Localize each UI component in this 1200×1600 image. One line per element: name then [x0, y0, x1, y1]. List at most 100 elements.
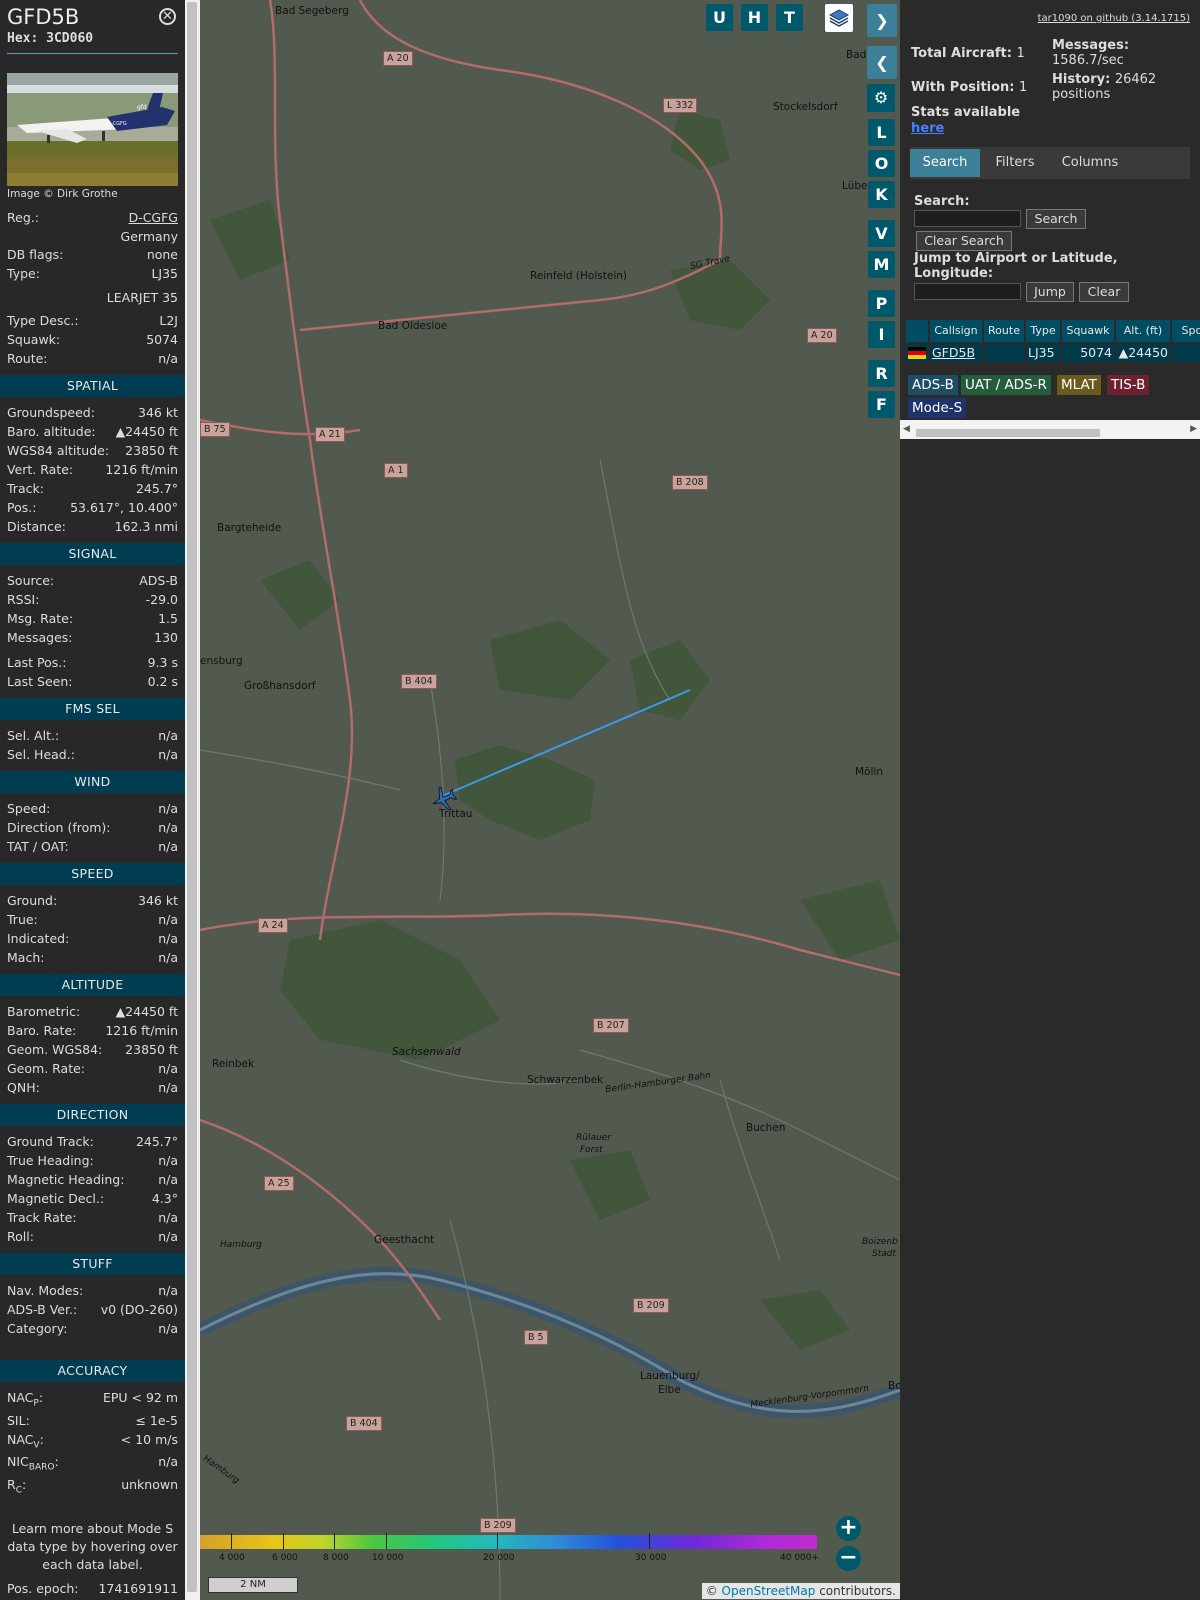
openstreetmap-link[interactable]: OpenStreetMap: [722, 1584, 816, 1598]
epoch-row: Pos. epoch: 1741691911: [7, 1580, 178, 1598]
map-button-f[interactable]: F: [868, 391, 895, 418]
row-label: Msg. Rate:: [7, 611, 74, 626]
map-button-o[interactable]: O: [868, 150, 895, 177]
row-value: n/a: [158, 912, 178, 927]
table-cell-type: LJ35: [1026, 344, 1060, 362]
history-suffix: positions: [1052, 87, 1111, 102]
table-header-speed[interactable]: Spd: [1172, 320, 1200, 342]
road-sign: B 5: [524, 1330, 548, 1345]
map-place-label: Reinfeld (Holstein): [530, 270, 627, 282]
close-info-button[interactable]: ✕: [159, 8, 176, 25]
tab-columns[interactable]: Columns: [1050, 149, 1130, 177]
map-button-k[interactable]: K: [868, 181, 895, 208]
stats-here-link[interactable]: here: [911, 121, 944, 137]
map-place-label: Sachsenwald: [392, 1046, 461, 1058]
row-label: Geom. Rate:: [7, 1061, 86, 1076]
map-button-h[interactable]: H: [741, 4, 768, 31]
row-label: SIL:: [7, 1413, 30, 1428]
row-value: n/a: [158, 1229, 178, 1244]
direction-row: Magnetic Heading: n/a: [7, 1171, 178, 1189]
scrollbar-thumb[interactable]: [916, 429, 1100, 437]
map-attribution: © OpenStreetMap contributors.: [701, 1583, 900, 1599]
row-value: unknown: [121, 1477, 178, 1492]
scroll-right-icon[interactable]: ▶: [1190, 424, 1197, 434]
row-value: 1216 ft/min: [105, 462, 178, 477]
row-label: Groundspeed:: [7, 405, 95, 420]
row-value: ▲24450 ft: [115, 424, 178, 439]
map-button-i[interactable]: I: [868, 321, 895, 348]
zoom-in-button[interactable]: +: [836, 1516, 861, 1541]
github-link[interactable]: tar1090 on github (3.14.1715): [1038, 13, 1190, 24]
stat-value: 1: [1016, 46, 1025, 61]
row-label: RSSI:: [7, 592, 40, 607]
table-cell-callsign[interactable]: GFD5B: [930, 344, 982, 362]
jump-input[interactable]: [914, 283, 1021, 300]
row-label: RC:: [7, 1477, 27, 1496]
table-header-altitude[interactable]: Alt. (ft): [1116, 320, 1170, 342]
aircraft-photo[interactable]: gfd D-CGFG: [7, 73, 178, 186]
row-value: ▲24450 ft: [115, 1004, 178, 1019]
search-input[interactable]: [914, 210, 1021, 227]
expand-right-button[interactable]: ❯: [867, 4, 897, 37]
map-button-p[interactable]: P: [868, 290, 895, 317]
map-button-u[interactable]: U: [706, 4, 733, 31]
altitude-row: Barometric: ▲24450 ft: [7, 1003, 178, 1021]
table-header-type[interactable]: Type: [1026, 320, 1060, 342]
altitude-row: Geom. Rate: n/a: [7, 1060, 178, 1078]
info-panel-scrollbar[interactable]: [185, 0, 200, 1600]
settings-button[interactable]: ⚙: [867, 84, 895, 112]
tab-search[interactable]: Search: [910, 149, 980, 177]
row-label: True Heading:: [7, 1153, 94, 1168]
legend-tick: [649, 1533, 650, 1549]
search-button[interactable]: Search: [1026, 209, 1086, 229]
badge-tisb: TIS-B: [1107, 375, 1150, 395]
clear-search-button[interactable]: Clear Search: [916, 231, 1012, 251]
wind-row: Speed: n/a: [7, 800, 178, 818]
table-cell-speed: [1172, 344, 1200, 362]
map-button-t[interactable]: T: [776, 4, 803, 31]
table-horizontal-scrollbar[interactable]: ◀ ▶: [900, 424, 1200, 439]
total-aircraft-stat: Total Aircraft: 1: [911, 46, 1025, 62]
clear-button[interactable]: Clear: [1079, 282, 1129, 302]
row-label: Sel. Alt.:: [7, 728, 60, 743]
map-button-m[interactable]: M: [868, 251, 895, 278]
section-speed: SPEED: [0, 863, 185, 885]
zoom-out-button[interactable]: −: [836, 1546, 861, 1571]
map-place-label: Großhansdorf: [244, 680, 316, 692]
detail-label: DB flags:: [7, 247, 64, 262]
tab-filters[interactable]: Filters: [982, 149, 1048, 177]
aircraft-hex: Hex: 3CD060: [7, 31, 94, 46]
messages-stat-value: 1586.7/sec: [1052, 53, 1124, 68]
accuracy-row-nacp: NACP: EPU < 92 m: [7, 1389, 178, 1409]
map-place-label: Buchen: [746, 1122, 786, 1134]
table-header-squawk[interactable]: Squawk: [1062, 320, 1114, 342]
badge-adsb: ADS-B: [908, 375, 958, 395]
row-value: n/a: [158, 1061, 178, 1076]
speed-row: Mach: n/a: [7, 949, 178, 967]
row-value: 0.2 s: [147, 674, 178, 689]
altitude-row: Geom. WGS84: 23850 ft: [7, 1041, 178, 1059]
legend-tick-label: 6 000: [272, 1553, 298, 1563]
table-header-route[interactable]: Route: [984, 320, 1024, 342]
road-sign: B 404: [346, 1416, 382, 1431]
map-button-l[interactable]: L: [868, 119, 895, 146]
aircraft-list-panel: tar1090 on github (3.14.1715) Total Airc…: [900, 0, 1200, 1600]
map-button-v[interactable]: V: [868, 220, 895, 247]
scrollbar-thumb[interactable]: [187, 2, 197, 1592]
map-view[interactable]: Bad Segeberg Stockelsdorf Lübe Bad Reinf…: [200, 0, 900, 1600]
section-fms-sel: FMS SEL: [0, 698, 185, 720]
collapse-left-button[interactable]: ❮: [867, 46, 897, 79]
registration-link[interactable]: D-CGFG: [129, 209, 178, 227]
layers-button[interactable]: [825, 4, 853, 32]
table-header-callsign[interactable]: Callsign: [930, 320, 982, 342]
section-wind: WIND: [0, 771, 185, 793]
map-button-r[interactable]: R: [868, 360, 895, 387]
signal-row: Last Pos.: 9.3 s: [7, 654, 178, 672]
row-label: Sel. Head.:: [7, 747, 75, 762]
scroll-left-icon[interactable]: ◀: [903, 424, 910, 434]
road-sign: A 1: [384, 463, 408, 478]
row-label: Track Rate:: [7, 1210, 77, 1225]
jump-button[interactable]: Jump: [1026, 282, 1074, 302]
spatial-row: Distance: 162.3 nmi: [7, 518, 178, 536]
map-place-label: Forst: [580, 1145, 603, 1155]
